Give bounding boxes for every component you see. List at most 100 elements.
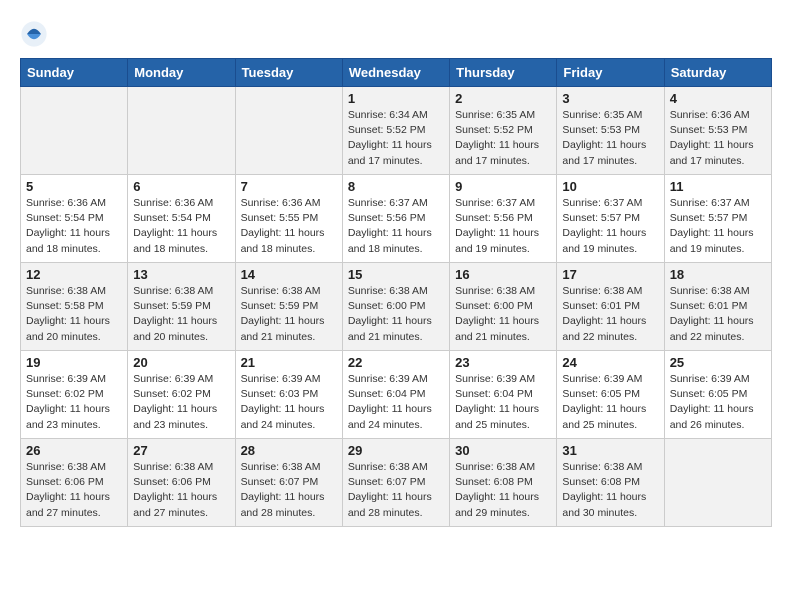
day-info: Sunrise: 6:38 AMSunset: 6:00 PMDaylight:… — [455, 284, 551, 345]
calendar-cell: 23 Sunrise: 6:39 AMSunset: 6:04 PMDayligh… — [450, 351, 557, 439]
page-header — [20, 20, 772, 48]
calendar-cell: 25 Sunrise: 6:39 AMSunset: 6:05 PMDayligh… — [664, 351, 771, 439]
day-info: Sunrise: 6:38 AMSunset: 6:06 PMDaylight:… — [26, 460, 122, 521]
day-number: 25 — [670, 355, 766, 370]
calendar-cell: 18Sunrise: 6:38 AMSunset: 6:01 PMDayligh… — [664, 263, 771, 351]
weekday-header-tuesday: Tuesday — [235, 59, 342, 87]
calendar-cell: 4Sunrise: 6:36 AMSunset: 5:53 PMDaylight… — [664, 87, 771, 175]
day-number: 19 — [26, 355, 122, 370]
calendar-week-row: 5 Sunrise: 6:36 AMSunset: 5:54 PMDaylight… — [21, 175, 772, 263]
day-number: 20 — [133, 355, 229, 370]
calendar-week-row: 12 Sunrise: 6:38 AMSunset: 5:58 PMDayligh… — [21, 263, 772, 351]
calendar-cell: 5Sunrise: 6:36 AMSunset: 5:54 PMDaylight… — [21, 175, 128, 263]
logo-icon — [20, 20, 48, 48]
logo — [20, 20, 52, 48]
calendar-cell: 17 Sunrise: 6:38 AMSunset: 6:01 PMDayligh… — [557, 263, 664, 351]
day-info: Sunrise: 6:35 AMSunset: 5:52 PMDaylight:… — [455, 108, 551, 169]
day-number: 23 — [455, 355, 551, 370]
weekday-header-row: SundayMondayTuesdayWednesdayThursdayFrid… — [21, 59, 772, 87]
day-info: Sunrise: 6:38 AMSunset: 6:00 PMDaylight:… — [348, 284, 444, 345]
day-number: 15 — [348, 267, 444, 282]
day-number: 17 — [562, 267, 658, 282]
day-number: 9 — [455, 179, 551, 194]
calendar-cell: 13Sunrise: 6:38 AMSunset: 5:59 PMDayligh… — [128, 263, 235, 351]
day-info: Sunrise: 6:36 AMSunset: 5:54 PMDaylight:… — [133, 196, 229, 257]
calendar-cell: 24Sunrise: 6:39 AMSunset: 6:05 PMDayligh… — [557, 351, 664, 439]
day-number: 3 — [562, 91, 658, 106]
day-info: Sunrise: 6:39 AMSunset: 6:03 PMDaylight:… — [241, 372, 337, 433]
day-number: 8 — [348, 179, 444, 194]
calendar-table: SundayMondayTuesdayWednesdayThursdayFrid… — [20, 58, 772, 527]
day-number: 31 — [562, 443, 658, 458]
calendar-cell: 3 Sunrise: 6:35 AMSunset: 5:53 PMDaylight… — [557, 87, 664, 175]
day-info: Sunrise: 6:34 AMSunset: 5:52 PMDaylight:… — [348, 108, 444, 169]
calendar-cell: 26 Sunrise: 6:38 AMSunset: 6:06 PMDayligh… — [21, 439, 128, 527]
day-number: 22 — [348, 355, 444, 370]
calendar-cell: 10Sunrise: 6:37 AMSunset: 5:57 PMDayligh… — [557, 175, 664, 263]
day-info: Sunrise: 6:39 AMSunset: 6:02 PMDaylight:… — [133, 372, 229, 433]
day-number: 16 — [455, 267, 551, 282]
day-info: Sunrise: 6:38 AMSunset: 5:59 PMDaylight:… — [241, 284, 337, 345]
calendar-cell — [664, 439, 771, 527]
day-info: Sunrise: 6:39 AMSunset: 6:02 PMDaylight:… — [26, 372, 122, 433]
weekday-header-wednesday: Wednesday — [342, 59, 449, 87]
calendar-cell: 16 Sunrise: 6:38 AMSunset: 6:00 PMDayligh… — [450, 263, 557, 351]
day-number: 1 — [348, 91, 444, 106]
calendar-cell: 30 Sunrise: 6:38 AMSunset: 6:08 PMDayligh… — [450, 439, 557, 527]
calendar-cell: 2 Sunrise: 6:35 AMSunset: 5:52 PMDaylight… — [450, 87, 557, 175]
calendar-cell — [21, 87, 128, 175]
calendar-cell: 15 Sunrise: 6:38 AMSunset: 6:00 PMDayligh… — [342, 263, 449, 351]
day-number: 27 — [133, 443, 229, 458]
day-info: Sunrise: 6:38 AMSunset: 6:01 PMDaylight:… — [670, 284, 766, 345]
day-info: Sunrise: 6:38 AMSunset: 5:59 PMDaylight:… — [133, 284, 229, 345]
day-info: Sunrise: 6:39 AMSunset: 6:04 PMDaylight:… — [348, 372, 444, 433]
day-number: 29 — [348, 443, 444, 458]
day-info: Sunrise: 6:38 AMSunset: 5:58 PMDaylight:… — [26, 284, 122, 345]
calendar-cell — [128, 87, 235, 175]
calendar-cell: 7Sunrise: 6:36 AMSunset: 5:55 PMDaylight… — [235, 175, 342, 263]
day-info: Sunrise: 6:37 AMSunset: 5:57 PMDaylight:… — [670, 196, 766, 257]
calendar-cell — [235, 87, 342, 175]
calendar-week-row: 1 Sunrise: 6:34 AMSunset: 5:52 PMDaylight… — [21, 87, 772, 175]
day-number: 12 — [26, 267, 122, 282]
calendar-week-row: 19 Sunrise: 6:39 AMSunset: 6:02 PMDayligh… — [21, 351, 772, 439]
weekday-header-monday: Monday — [128, 59, 235, 87]
day-info: Sunrise: 6:39 AMSunset: 6:05 PMDaylight:… — [670, 372, 766, 433]
calendar-cell: 28 Sunrise: 6:38 AMSunset: 6:07 PMDayligh… — [235, 439, 342, 527]
day-number: 14 — [241, 267, 337, 282]
day-info: Sunrise: 6:37 AMSunset: 5:56 PMDaylight:… — [455, 196, 551, 257]
day-number: 28 — [241, 443, 337, 458]
calendar-cell: 19 Sunrise: 6:39 AMSunset: 6:02 PMDayligh… — [21, 351, 128, 439]
day-info: Sunrise: 6:37 AMSunset: 5:56 PMDaylight:… — [348, 196, 444, 257]
day-info: Sunrise: 6:37 AMSunset: 5:57 PMDaylight:… — [562, 196, 658, 257]
day-number: 24 — [562, 355, 658, 370]
day-number: 26 — [26, 443, 122, 458]
day-number: 11 — [670, 179, 766, 194]
calendar-header: SundayMondayTuesdayWednesdayThursdayFrid… — [21, 59, 772, 87]
calendar-cell: 8 Sunrise: 6:37 AMSunset: 5:56 PMDaylight… — [342, 175, 449, 263]
day-info: Sunrise: 6:38 AMSunset: 6:07 PMDaylight:… — [348, 460, 444, 521]
day-number: 5 — [26, 179, 122, 194]
weekday-header-thursday: Thursday — [450, 59, 557, 87]
calendar-cell: 12 Sunrise: 6:38 AMSunset: 5:58 PMDayligh… — [21, 263, 128, 351]
day-info: Sunrise: 6:38 AMSunset: 6:01 PMDaylight:… — [562, 284, 658, 345]
day-info: Sunrise: 6:38 AMSunset: 6:08 PMDaylight:… — [455, 460, 551, 521]
calendar-cell: 1 Sunrise: 6:34 AMSunset: 5:52 PMDaylight… — [342, 87, 449, 175]
day-info: Sunrise: 6:35 AMSunset: 5:53 PMDaylight:… — [562, 108, 658, 169]
weekday-header-friday: Friday — [557, 59, 664, 87]
day-number: 30 — [455, 443, 551, 458]
weekday-header-saturday: Saturday — [664, 59, 771, 87]
calendar-cell: 31Sunrise: 6:38 AMSunset: 6:08 PMDayligh… — [557, 439, 664, 527]
day-number: 7 — [241, 179, 337, 194]
calendar-cell: 21 Sunrise: 6:39 AMSunset: 6:03 PMDayligh… — [235, 351, 342, 439]
calendar-cell: 27 Sunrise: 6:38 AMSunset: 6:06 PMDayligh… — [128, 439, 235, 527]
day-number: 21 — [241, 355, 337, 370]
day-info: Sunrise: 6:39 AMSunset: 6:04 PMDaylight:… — [455, 372, 551, 433]
calendar-cell: 11 Sunrise: 6:37 AMSunset: 5:57 PMDayligh… — [664, 175, 771, 263]
day-info: Sunrise: 6:38 AMSunset: 6:06 PMDaylight:… — [133, 460, 229, 521]
calendar-cell: 14 Sunrise: 6:38 AMSunset: 5:59 PMDayligh… — [235, 263, 342, 351]
day-info: Sunrise: 6:38 AMSunset: 6:07 PMDaylight:… — [241, 460, 337, 521]
day-number: 4 — [670, 91, 766, 106]
calendar-body: 1 Sunrise: 6:34 AMSunset: 5:52 PMDaylight… — [21, 87, 772, 527]
day-number: 2 — [455, 91, 551, 106]
